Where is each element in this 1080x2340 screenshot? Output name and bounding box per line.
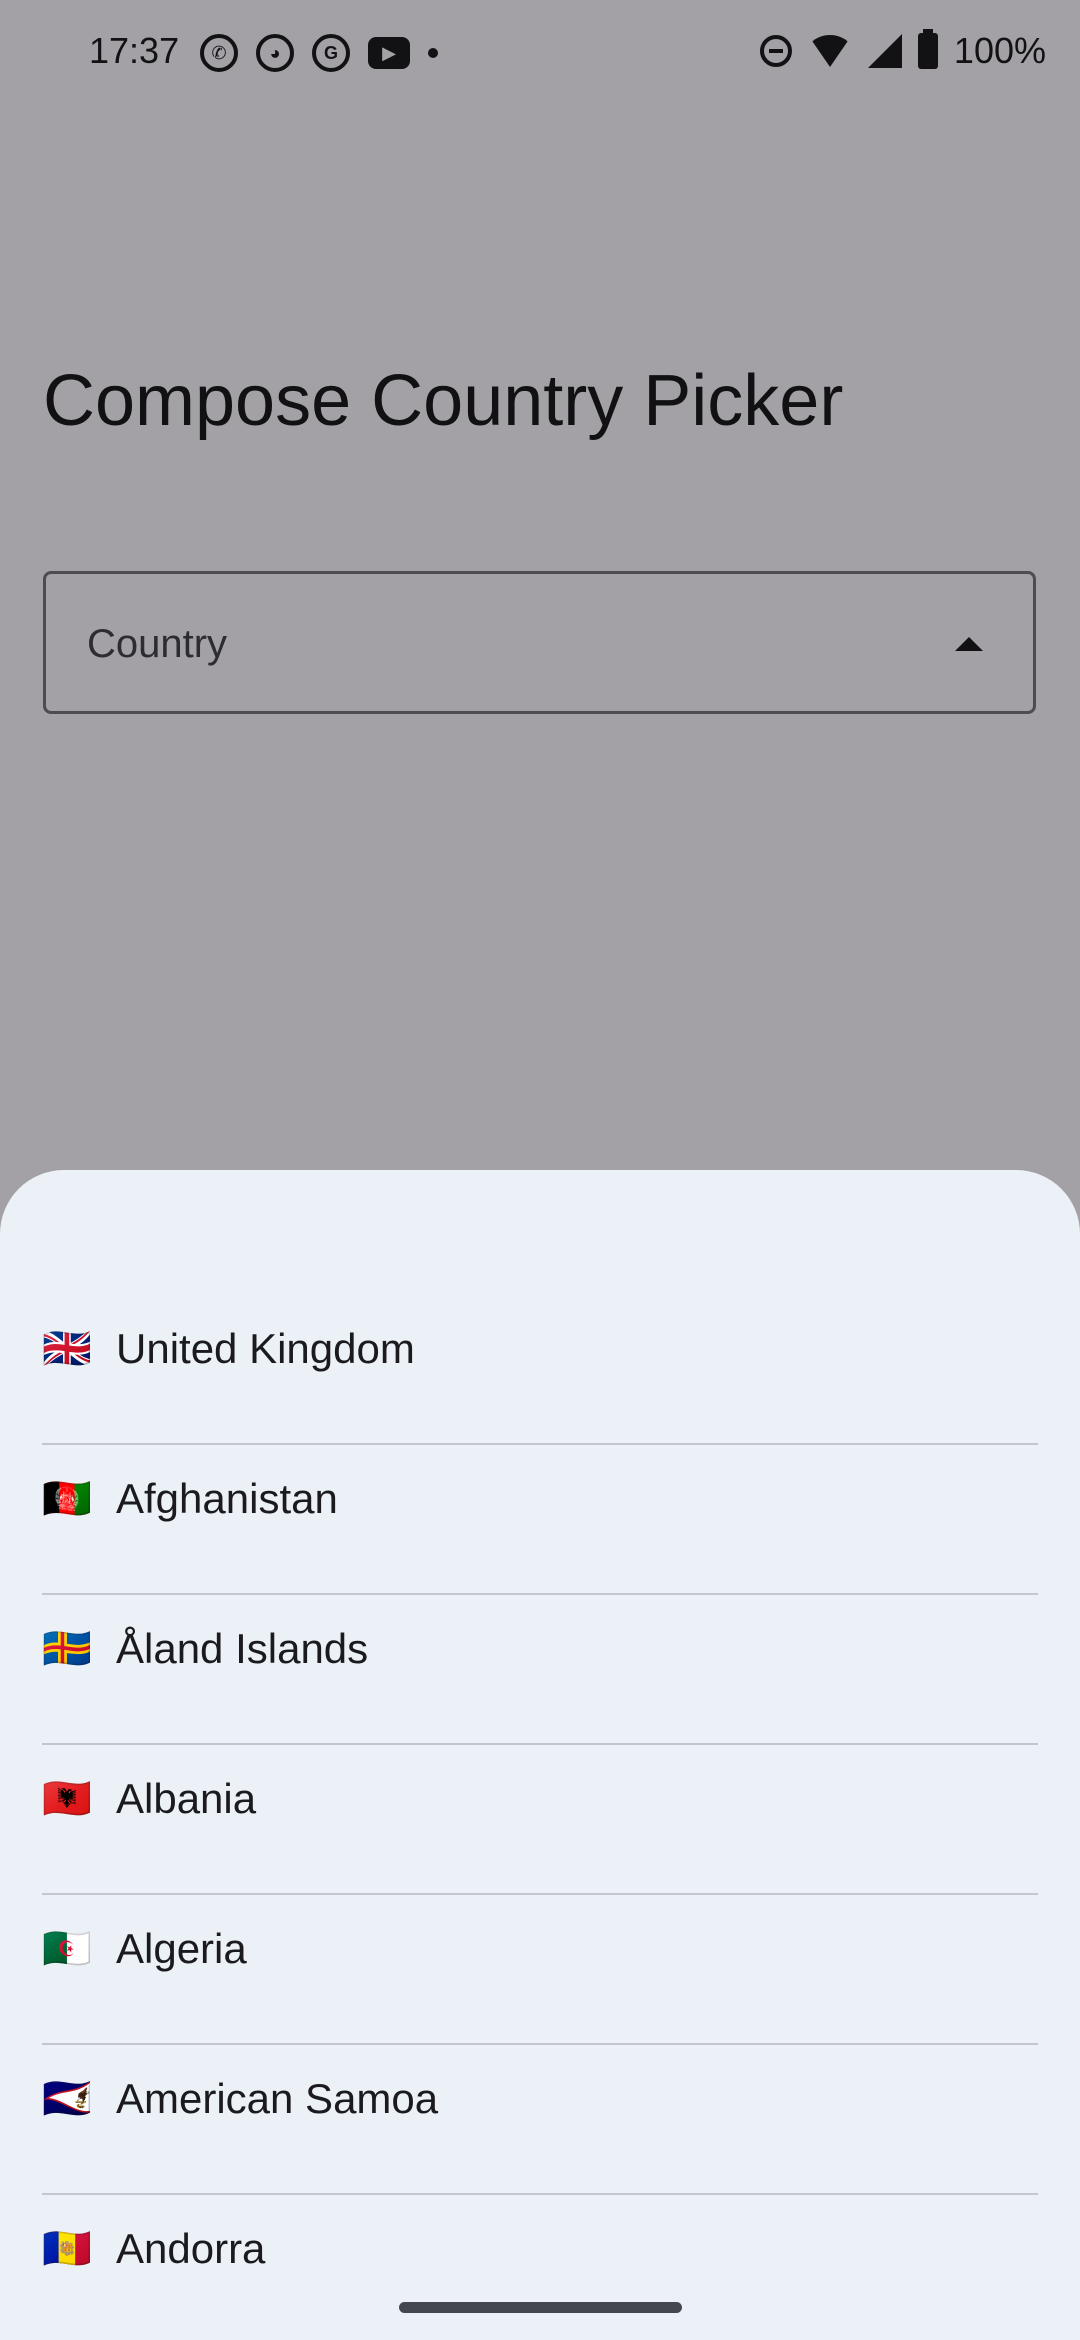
country-name: Andorra <box>116 2225 266 2272</box>
flag-icon: 🇦🇱 <box>42 1781 92 1817</box>
country-item-andorra[interactable]: 🇦🇩 Andorra <box>42 2195 1038 2340</box>
country-item-american-samoa[interactable]: 🇦🇸 American Samoa <box>42 2045 1038 2195</box>
country-name: United Kingdom <box>116 1325 415 1372</box>
country-item-algeria[interactable]: 🇩🇿 Algeria <box>42 1895 1038 2045</box>
country-name: Algeria <box>116 1925 247 1972</box>
country-name: Åland Islands <box>116 1625 369 1672</box>
flag-icon: 🇦🇽 <box>42 1631 92 1667</box>
country-list: 🇬🇧 United Kingdom 🇦🇫 Afghanistan 🇦🇽 Ålan… <box>0 1295 1080 2340</box>
country-item-afghanistan[interactable]: 🇦🇫 Afghanistan <box>42 1445 1038 1595</box>
flag-icon: 🇦🇩 <box>42 2231 92 2267</box>
flag-icon: 🇩🇿 <box>42 1931 92 1967</box>
country-item-albania[interactable]: 🇦🇱 Albania <box>42 1745 1038 1895</box>
country-name: Albania <box>116 1775 257 1822</box>
country-item-united-kingdom[interactable]: 🇬🇧 United Kingdom <box>42 1295 1038 1445</box>
country-name: Afghanistan <box>116 1475 338 1522</box>
country-item-aland-islands[interactable]: 🇦🇽 Åland Islands <box>42 1595 1038 1745</box>
flag-icon: 🇦🇫 <box>42 1481 92 1517</box>
country-name: American Samoa <box>116 2075 439 2122</box>
flag-icon: 🇦🇸 <box>42 2081 92 2117</box>
flag-icon: 🇬🇧 <box>42 1331 92 1367</box>
gesture-nav-handle[interactable] <box>399 2302 682 2313</box>
country-bottom-sheet: 🇬🇧 United Kingdom 🇦🇫 Afghanistan 🇦🇽 Ålan… <box>0 1170 1080 2340</box>
screen: 17:37 ✆ ◕ G ▶ 100% Compose Country Picke… <box>0 0 1080 2340</box>
